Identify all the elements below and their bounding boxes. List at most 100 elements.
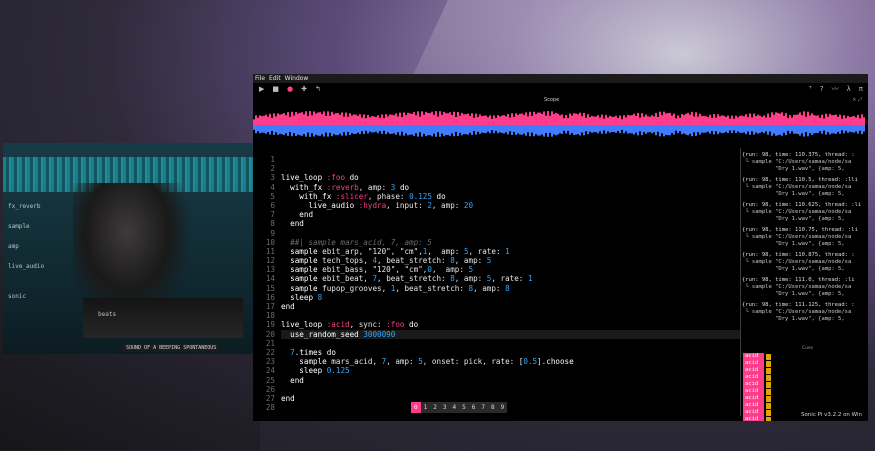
scope-sample-top bbox=[649, 116, 651, 125]
scope-sample-bottom bbox=[317, 125, 319, 136]
log-line: "Dry 1.wav", {amp: 5, bbox=[742, 241, 845, 247]
play-icon[interactable]: ▶ bbox=[259, 83, 264, 95]
line-number: 20 bbox=[265, 329, 275, 339]
scope-sample-bottom bbox=[469, 125, 471, 133]
code-line[interactable]: sleep 0.125 bbox=[281, 366, 740, 375]
code-line[interactable] bbox=[281, 164, 740, 173]
lambda-icon[interactable]: λ bbox=[847, 83, 851, 95]
code-line[interactable]: live_loop :acid, sync: :foo do bbox=[281, 320, 740, 329]
scope-sample-top bbox=[369, 117, 371, 125]
text-size-icon[interactable]: ᵀ bbox=[809, 83, 812, 95]
scope-sample-top bbox=[505, 116, 507, 125]
scope-sample-bottom bbox=[497, 125, 499, 134]
cue-row: acid bbox=[743, 395, 771, 402]
scope-sample-top bbox=[745, 114, 747, 125]
code-line[interactable]: use_random_seed 3000090 bbox=[281, 329, 740, 339]
scope-sample-top bbox=[819, 117, 821, 125]
scope-sample-top bbox=[463, 114, 465, 125]
buffer-tab-8[interactable]: 8 bbox=[488, 402, 498, 413]
scope-sample-bottom bbox=[325, 125, 327, 133]
scope-sample-bottom bbox=[779, 125, 781, 135]
buffer-tab-2[interactable]: 2 bbox=[430, 402, 440, 413]
scope-sample-bottom bbox=[809, 125, 811, 134]
code-line[interactable] bbox=[281, 229, 740, 238]
code-line[interactable]: ##| sample mars_acid, 7, amp: 5 bbox=[281, 238, 740, 247]
scope-sample-top bbox=[353, 114, 355, 125]
menu-file[interactable]: File bbox=[255, 74, 265, 83]
scope-sample-top bbox=[543, 111, 545, 125]
scope-sample-top bbox=[253, 119, 255, 125]
code-line[interactable]: sample ebit_bass, "120", "cm",0, amp: 5 bbox=[281, 265, 740, 274]
scope-sample-top bbox=[741, 115, 743, 125]
buffer-tab-0[interactable]: 0 bbox=[411, 402, 421, 413]
menu-edit[interactable]: Edit bbox=[269, 74, 281, 83]
code-line[interactable]: end bbox=[281, 210, 740, 219]
code-line[interactable]: end bbox=[281, 376, 740, 385]
code-line[interactable]: end bbox=[281, 302, 740, 311]
pane-divider[interactable] bbox=[740, 148, 741, 416]
line-number: 6 bbox=[270, 200, 275, 210]
scope-icon[interactable]: 〰 bbox=[832, 83, 839, 95]
cue-tag: acid bbox=[743, 367, 764, 374]
scope-sample-bottom bbox=[745, 125, 747, 135]
scope-sample-top bbox=[829, 113, 831, 125]
log-entry: {run: 98, time: 110.75, thread: :li └ sa… bbox=[742, 227, 868, 248]
undo-icon[interactable]: ↰ bbox=[315, 83, 321, 95]
code-line[interactable]: with_fx :slicer, phase: 0.125 do bbox=[281, 192, 740, 201]
menu-window[interactable]: Window bbox=[285, 74, 309, 83]
plus-icon[interactable]: ✚ bbox=[301, 83, 307, 95]
code-area[interactable]: live_loop :foo do with_fx :reverb, amp: … bbox=[281, 155, 740, 412]
scope-sample-top bbox=[527, 116, 529, 125]
code-editor[interactable]: 1 2 3 4 5 6 7 8 9 10 11 12 13 14 15 16 17 18 19 20 21 22 23 24 2… bbox=[253, 148, 740, 420]
code-line[interactable]: sample fupop_grooves, 1, beat_stretch: 8… bbox=[281, 284, 740, 293]
code-line[interactable] bbox=[281, 385, 740, 394]
scope-sample-top bbox=[705, 116, 707, 125]
scope-sample-bottom bbox=[589, 125, 591, 132]
code-line[interactable]: sample ebit_beat, 7, beat_stretch: 8, am… bbox=[281, 274, 740, 283]
buffer-tab-7[interactable]: 7 bbox=[478, 402, 488, 413]
code-line[interactable]: sample ebit_arp, "120", "cm",1, amp: 5, … bbox=[281, 247, 740, 256]
scope-sample-top bbox=[287, 112, 289, 125]
scope-sample-bottom bbox=[299, 125, 301, 136]
code-line[interactable]: with_fx :reverb, amp: 3 do bbox=[281, 183, 740, 192]
code-line[interactable]: 7.times do bbox=[281, 348, 740, 357]
buffer-tab-3[interactable]: 3 bbox=[440, 402, 450, 413]
scope-sample-bottom bbox=[635, 125, 637, 133]
code-line[interactable]: live_loop :foo do bbox=[281, 173, 740, 182]
scope-sample-top bbox=[779, 113, 781, 125]
line-number: 4 bbox=[270, 182, 275, 192]
scope-sample-top bbox=[807, 111, 809, 125]
code-line[interactable]: sample tech_tops, 4, beat_stretch: 8, am… bbox=[281, 256, 740, 265]
buffer-tab-6[interactable]: 6 bbox=[469, 402, 479, 413]
buffer-tab-9[interactable]: 9 bbox=[498, 402, 508, 413]
scope-sample-top bbox=[773, 114, 775, 125]
scope-sample-top bbox=[403, 112, 405, 125]
scope-sample-bottom bbox=[467, 125, 469, 135]
buffer-tab-5[interactable]: 5 bbox=[459, 402, 469, 413]
scope-sample-top bbox=[645, 114, 647, 125]
scope-sample-bottom bbox=[353, 125, 355, 135]
help-icon[interactable]: ? bbox=[820, 83, 824, 95]
record-icon[interactable]: ● bbox=[287, 83, 293, 95]
code-line[interactable] bbox=[281, 403, 740, 412]
scope-controls[interactable]: × ⤢ bbox=[852, 97, 862, 103]
scope-sample-bottom bbox=[863, 125, 865, 132]
log-line: {run: 98, time: 110.75, thread: :li bbox=[742, 227, 858, 233]
buffer-tab-4[interactable]: 4 bbox=[450, 402, 460, 413]
pi-icon[interactable]: π bbox=[859, 83, 863, 95]
scope-sample-bottom bbox=[425, 125, 427, 137]
code-line[interactable] bbox=[281, 155, 740, 164]
code-line[interactable]: end bbox=[281, 219, 740, 228]
code-line[interactable]: live_audio :hydra, input: 2, amp: 20 bbox=[281, 201, 740, 210]
scope-sample-bottom bbox=[755, 125, 757, 133]
code-line[interactable]: sample mars_acid, 7, amp: 5, onset: pick… bbox=[281, 357, 740, 366]
code-line[interactable] bbox=[281, 311, 740, 320]
line-number: 16 bbox=[265, 292, 275, 302]
code-line[interactable]: end bbox=[281, 394, 740, 403]
cue-row: acid bbox=[743, 367, 771, 374]
code-line[interactable] bbox=[281, 339, 740, 348]
scope-sample-top bbox=[851, 116, 853, 125]
buffer-tab-1[interactable]: 1 bbox=[421, 402, 431, 413]
code-line[interactable]: sleep 8 bbox=[281, 293, 740, 302]
stop-icon[interactable]: ■ bbox=[272, 83, 279, 95]
